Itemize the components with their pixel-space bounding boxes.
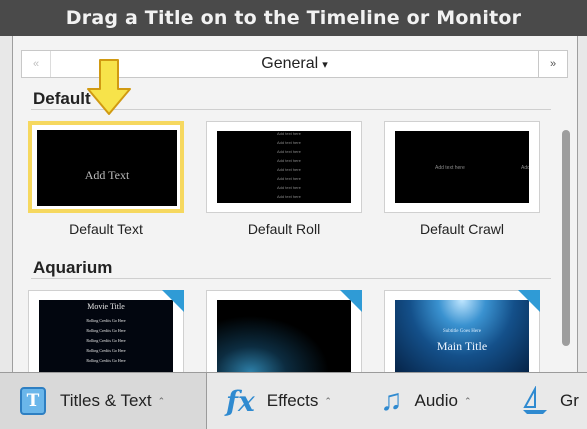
vertical-scrollbar[interactable]	[562, 130, 570, 346]
title-label-default-roll: Default Roll	[247, 221, 321, 237]
next-category-button[interactable]: »	[538, 51, 567, 77]
roll-text-line: Add text here	[277, 176, 301, 181]
title-preview: Add text here Add text here	[395, 131, 529, 203]
aquarium-main-title: Main Title	[436, 339, 488, 353]
previous-category-button[interactable]: «	[22, 51, 51, 77]
caret-down-icon: ▾	[322, 59, 328, 71]
title-preview: Movie Title Rolling Credits Go Here Roll…	[39, 300, 173, 372]
roll-text-line: Add text here	[277, 167, 301, 172]
titles-text-icon: T	[20, 387, 46, 415]
roll-text-line: Add text here	[277, 131, 301, 136]
title-label-default-text: Default Text	[69, 221, 143, 237]
title-thumb-default-crawl[interactable]: Add text here Add text here	[384, 121, 540, 213]
panel-header-title: Drag a Title on to the Timeline or Monit…	[65, 7, 522, 29]
section-divider	[31, 278, 551, 279]
roll-text-line: Add text here	[277, 194, 301, 199]
chevron-up-icon: ⌃	[324, 395, 332, 406]
title-thumb-aquarium-3[interactable]: Subtitle Goes Here Main Title	[384, 290, 540, 372]
preview-add-text: Add Text	[84, 168, 130, 182]
bottom-tab-bar: T Titles & Text ⌃ fx Effects ⌃ ♫ Audio ⌃…	[0, 372, 587, 429]
aquarium-credit-line: Rolling Credits Go Here	[86, 318, 126, 323]
aquarium-credit-line: Rolling Credits Go Here	[86, 348, 126, 353]
effects-fx-icon: fx	[226, 384, 255, 418]
title-preview	[217, 300, 351, 372]
aquarium-credit-line: Rolling Credits Go Here	[86, 338, 126, 343]
roll-text-line: Add text here	[277, 149, 301, 154]
category-dropdown-label: General	[261, 55, 319, 72]
sailboat-icon	[523, 386, 547, 414]
title-thumb-default-roll[interactable]: Add text here Add text here Add text her…	[206, 121, 362, 213]
crawl-text: Add text here	[521, 165, 529, 171]
title-thumb-aquarium-1[interactable]: Movie Title Rolling Credits Go Here Roll…	[28, 290, 184, 372]
tab-titles-text-label: Titles & Text	[60, 391, 152, 410]
title-label-default-crawl: Default Crawl	[419, 221, 505, 237]
crawl-text: Add text here	[435, 165, 465, 171]
aquarium-credit-line: Rolling Credits Go Here	[86, 328, 126, 333]
tab-graphics[interactable]: Gr	[520, 373, 579, 429]
tab-effects-label: Effects	[266, 391, 319, 410]
aquarium-credit-line: Rolling Credits Go Here	[86, 358, 126, 363]
aquarium-subtitle: Subtitle Goes Here	[442, 329, 482, 334]
title-thumb-aquarium-2[interactable]	[206, 290, 362, 372]
corner-badge-icon	[340, 290, 362, 312]
music-note-icon: ♫	[380, 384, 403, 417]
tab-effects[interactable]: fx Effects ⌃	[226, 373, 332, 429]
chevron-up-icon: ⌃	[463, 395, 472, 406]
tab-graphics-label: Gr	[560, 391, 579, 410]
title-preview: Subtitle Goes Here Main Title	[395, 300, 529, 372]
roll-text-line: Add text here	[277, 158, 301, 163]
title-preview: Add Text	[37, 130, 177, 206]
panel-header: Drag a Title on to the Timeline or Monit…	[0, 0, 587, 36]
down-arrow-icon	[87, 59, 131, 115]
section-title-default: Default	[33, 89, 91, 108]
chevron-up-icon: ⌃	[157, 395, 166, 406]
title-thumb-default-text[interactable]: Add Text	[28, 121, 184, 213]
roll-text-line: Add text here	[277, 185, 301, 190]
tab-audio-label: Audio	[414, 391, 458, 410]
aquarium-movie-title: Movie Title	[87, 302, 125, 311]
title-preview: Add text here Add text here Add text her…	[217, 131, 351, 203]
corner-badge-icon	[518, 290, 540, 312]
section-title-aquarium: Aquarium	[33, 258, 113, 277]
corner-badge-icon	[162, 290, 184, 312]
tab-titles-text[interactable]: T Titles & Text ⌃	[0, 373, 207, 429]
tab-audio[interactable]: ♫ Audio ⌃	[380, 373, 472, 429]
roll-text-line: Add text here	[277, 140, 301, 145]
